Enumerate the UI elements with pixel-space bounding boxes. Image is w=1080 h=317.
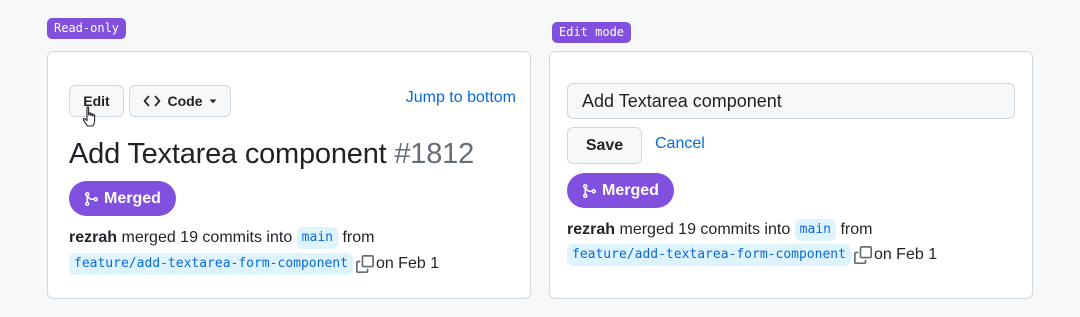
head-branch-label[interactable]: feature/add-textarea-form-component: [567, 243, 851, 266]
triangle-down-icon: [209, 99, 216, 104]
copy-icon[interactable]: [355, 254, 374, 273]
from-text: from: [840, 221, 873, 238]
save-button[interactable]: Save: [567, 127, 642, 164]
edit-mode-panel: Save Cancel Merged rezrah merged 19 comm…: [549, 51, 1033, 299]
merge-date: on Feb 1: [873, 246, 938, 263]
merge-description: merged 19 commits into: [121, 229, 293, 246]
title-input[interactable]: [567, 83, 1015, 119]
author-name[interactable]: rezrah: [69, 229, 117, 246]
hand-pointer-cursor-icon: [82, 106, 96, 127]
merge-date: on Feb 1: [375, 255, 440, 272]
merge-description: merged 19 commits into: [619, 221, 791, 238]
read-only-tag: Read-only: [47, 18, 127, 39]
cancel-link[interactable]: Cancel: [655, 135, 705, 153]
jump-to-bottom-link[interactable]: Jump to bottom: [406, 89, 516, 107]
base-branch-label[interactable]: main: [794, 218, 836, 241]
merge-summary-line-1: rezrah merged 19 commits into main from: [69, 225, 374, 251]
pr-title: Add Textarea component: [69, 138, 387, 170]
copy-icon[interactable]: [853, 245, 872, 264]
merged-status-badge: Merged: [69, 181, 176, 216]
from-text: from: [342, 229, 375, 246]
code-icon: [143, 95, 160, 107]
edit-mode-tag: Edit mode: [552, 22, 632, 43]
git-merge-icon: [85, 191, 99, 206]
head-branch-label[interactable]: feature/add-textarea-form-component: [69, 252, 353, 275]
save-button-label: Save: [585, 136, 624, 154]
pr-number: #1812: [394, 138, 475, 170]
merged-badge-label: Merged: [602, 181, 659, 199]
git-merge-icon: [583, 183, 597, 198]
merge-summary-line-2: feature/add-textarea-form-component on F…: [69, 251, 439, 277]
page-title: Add Textarea component #1812: [69, 138, 474, 171]
code-dropdown-label: Code: [167, 93, 203, 109]
merge-summary-line-2: feature/add-textarea-form-component on F…: [567, 242, 937, 268]
read-only-panel: Edit Code Jump to bottom Add Textarea co…: [47, 51, 531, 299]
author-name[interactable]: rezrah: [567, 221, 615, 238]
merge-summary-line-1: rezrah merged 19 commits into main from: [567, 217, 872, 243]
code-dropdown-button[interactable]: Code: [129, 85, 231, 117]
merged-status-badge: Merged: [567, 173, 674, 208]
base-branch-label[interactable]: main: [296, 226, 338, 249]
merged-badge-label: Merged: [104, 189, 161, 207]
